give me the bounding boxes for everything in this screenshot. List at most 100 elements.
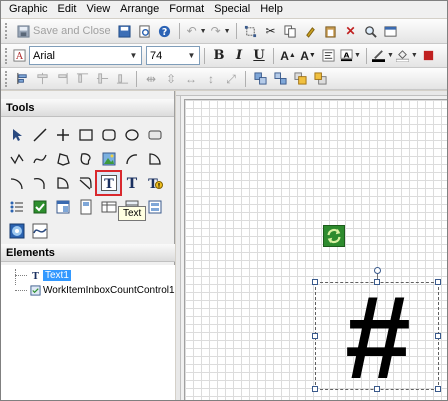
menu-view[interactable]: View bbox=[82, 1, 116, 18]
undo-dropdown-arrow[interactable]: ▼ bbox=[200, 28, 207, 35]
toolbar-grip[interactable] bbox=[5, 70, 9, 87]
rectangle-tool[interactable] bbox=[74, 124, 97, 146]
cut-button[interactable]: ✂ bbox=[262, 22, 280, 41]
line-tool[interactable] bbox=[28, 124, 51, 146]
image-tool[interactable] bbox=[97, 148, 120, 170]
bring-to-front-button[interactable] bbox=[291, 69, 309, 88]
list-control-tool[interactable] bbox=[5, 196, 28, 218]
group-button[interactable] bbox=[251, 69, 269, 88]
same-size-button[interactable]: ⤢ bbox=[222, 69, 240, 88]
send-to-back-button[interactable] bbox=[311, 69, 329, 88]
ellipse-tool[interactable] bbox=[120, 124, 143, 146]
text-color-dropdown-arrow[interactable]: ▼ bbox=[354, 52, 361, 59]
pie-tool[interactable] bbox=[143, 148, 166, 170]
tree-item-text1[interactable]: T Text1 bbox=[1, 268, 175, 283]
resize-handle-bottom[interactable] bbox=[374, 386, 380, 392]
save-button[interactable] bbox=[116, 22, 134, 41]
same-width-button[interactable]: ↔ bbox=[182, 69, 200, 88]
select-all-button[interactable] bbox=[242, 22, 260, 41]
resize-handle-right[interactable] bbox=[435, 333, 441, 339]
text-box-tool[interactable]: T bbox=[120, 172, 143, 194]
curve-tool[interactable] bbox=[28, 148, 51, 170]
ungroup-button[interactable] bbox=[271, 69, 289, 88]
print-preview-button[interactable] bbox=[136, 22, 154, 41]
font-size-combo[interactable]: 74 ▼ bbox=[146, 46, 200, 65]
menu-arrange[interactable]: Arrange bbox=[115, 1, 164, 18]
align-bottom-button[interactable] bbox=[113, 69, 131, 88]
menu-graphic[interactable]: Graphic bbox=[4, 1, 53, 18]
undo-button[interactable]: ↶ ▼ bbox=[185, 22, 207, 41]
resize-handle-top-left[interactable] bbox=[312, 279, 318, 285]
menu-help[interactable]: Help bbox=[255, 1, 288, 18]
distribute-horizontal-button[interactable]: ⇹ bbox=[142, 69, 160, 88]
tree-item-workitem-control[interactable]: WorkItemInboxCountControl1 bbox=[1, 283, 175, 298]
line-color-button[interactable]: ▼ bbox=[372, 46, 394, 65]
cross-tool[interactable] bbox=[51, 124, 74, 146]
trend-control-tool[interactable] bbox=[74, 196, 97, 218]
font-name-combo[interactable]: Arial ▼ bbox=[29, 46, 142, 65]
polyline-tool[interactable] bbox=[5, 148, 28, 170]
same-height-button[interactable]: ↕ bbox=[202, 69, 220, 88]
redo-button[interactable]: ↷ ▼ bbox=[209, 22, 231, 41]
button-shape-tool[interactable] bbox=[143, 124, 166, 146]
resize-handle-bottom-right[interactable] bbox=[435, 386, 441, 392]
help-button[interactable]: ? bbox=[156, 22, 174, 41]
grow-font-button[interactable]: A ▲ bbox=[279, 46, 297, 65]
workitem-inbox-count-control[interactable] bbox=[323, 225, 345, 247]
save-and-close-button[interactable]: Save and Close bbox=[13, 22, 114, 41]
table-control-tool[interactable] bbox=[97, 196, 120, 218]
redo-dropdown-arrow[interactable]: ▼ bbox=[224, 28, 231, 35]
underline-button[interactable]: U bbox=[250, 46, 268, 65]
distribute-vertical-button[interactable]: ⇳ bbox=[162, 69, 180, 88]
chevron-down-icon[interactable]: ▼ bbox=[184, 47, 199, 64]
polygon-tool[interactable] bbox=[51, 148, 74, 170]
align-middle-button[interactable] bbox=[93, 69, 111, 88]
italic-button[interactable]: I bbox=[230, 46, 248, 65]
arc-tool[interactable] bbox=[120, 148, 143, 170]
text-align-button[interactable] bbox=[319, 46, 337, 65]
menu-edit[interactable]: Edit bbox=[53, 1, 82, 18]
window-control-tool[interactable] bbox=[51, 196, 74, 218]
bold-button[interactable]: B bbox=[210, 46, 228, 65]
bent-line-tool[interactable] bbox=[28, 172, 51, 194]
line-color-dropdown-arrow[interactable]: ▼ bbox=[387, 52, 394, 59]
rotation-handle[interactable] bbox=[374, 267, 381, 274]
fit-view-button[interactable] bbox=[382, 22, 400, 41]
arc-curve-tool[interactable] bbox=[5, 172, 28, 194]
align-center-button[interactable] bbox=[33, 69, 51, 88]
toolbar-grip[interactable] bbox=[5, 23, 9, 39]
text-tool[interactable]: T bbox=[95, 170, 122, 196]
drawing-canvas[interactable]: # bbox=[184, 99, 447, 400]
fill-color-dropdown-arrow[interactable]: ▼ bbox=[411, 52, 418, 59]
copy-button[interactable] bbox=[282, 22, 300, 41]
freeform-tool[interactable] bbox=[74, 148, 97, 170]
chord-tool[interactable] bbox=[51, 172, 74, 194]
fill-color-button[interactable]: ▼ bbox=[396, 46, 418, 65]
card-control-tool[interactable] bbox=[143, 196, 166, 218]
paste-button[interactable] bbox=[322, 22, 340, 41]
text1-element[interactable]: # bbox=[312, 267, 441, 392]
align-top-button[interactable] bbox=[73, 69, 91, 88]
connector-tool[interactable] bbox=[74, 172, 97, 194]
resize-handle-top[interactable] bbox=[374, 279, 380, 285]
menu-format[interactable]: Format bbox=[164, 1, 209, 18]
alarm-text-tool[interactable]: T! bbox=[143, 172, 166, 194]
format-painter-button[interactable] bbox=[302, 22, 320, 41]
shape-color-button[interactable] bbox=[420, 46, 438, 65]
toolbar-grip[interactable] bbox=[5, 47, 9, 64]
pointer-tool[interactable] bbox=[5, 124, 28, 146]
resize-handle-top-right[interactable] bbox=[435, 279, 441, 285]
text-color-button[interactable]: A ▼ bbox=[339, 46, 361, 65]
resize-handle-left[interactable] bbox=[312, 333, 318, 339]
media-control-tool[interactable] bbox=[5, 220, 28, 242]
chevron-down-icon[interactable]: ▼ bbox=[126, 47, 141, 64]
align-right-button[interactable] bbox=[53, 69, 71, 88]
resize-handle-bottom-left[interactable] bbox=[312, 386, 318, 392]
delete-button[interactable]: ✕ bbox=[342, 22, 360, 41]
shrink-font-button[interactable]: A ▼ bbox=[299, 46, 317, 65]
align-left-button[interactable] bbox=[13, 69, 31, 88]
zoom-button[interactable] bbox=[362, 22, 380, 41]
checkbox-control-tool[interactable] bbox=[28, 196, 51, 218]
rounded-rectangle-tool[interactable] bbox=[97, 124, 120, 146]
trend-chart-tool[interactable] bbox=[28, 220, 51, 242]
